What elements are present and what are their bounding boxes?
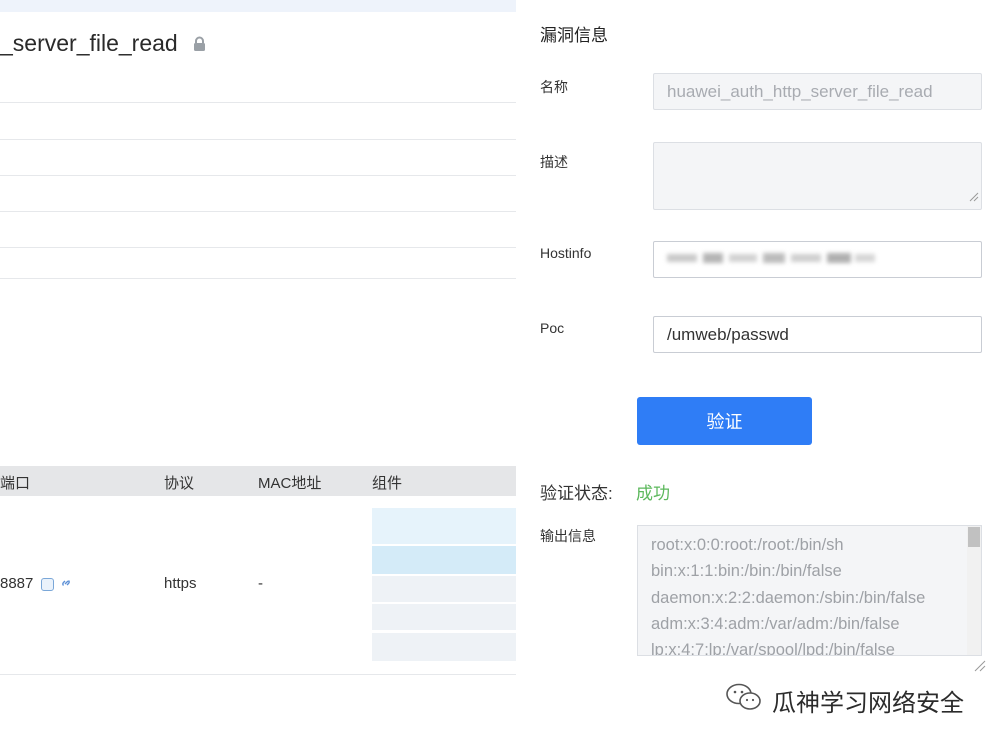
protocol-cell: https: [164, 575, 197, 592]
scrollbar-thumb[interactable]: [968, 527, 980, 547]
divider: [0, 247, 516, 248]
divider: [0, 278, 516, 279]
status-label: 验证状态:: [540, 484, 613, 503]
wechat-icon: [724, 682, 764, 719]
output-line: bin:x:1:1:bin:/bin:/bin/false: [651, 562, 842, 580]
status-value: 成功: [636, 484, 670, 503]
vulnerability-title: _server_file_read: [0, 30, 207, 58]
output-line: root:x:0:0:root:/root:/bin/sh: [651, 536, 844, 554]
hostinfo-label: Hostinfo: [540, 245, 592, 261]
scrollbar[interactable]: [967, 526, 981, 655]
divider: [0, 211, 516, 212]
watermark: 瓜神学习网络安全: [724, 682, 964, 719]
header-protocol: 协议: [164, 475, 195, 492]
output-line: adm:x:3:4:adm:/var/adm:/bin/false: [651, 615, 900, 633]
component-tag: [372, 576, 516, 602]
top-strip: [0, 0, 516, 12]
description-label: 描述: [540, 154, 568, 170]
watermark-text: 瓜神学习网络安全: [772, 690, 964, 717]
lock-icon: [192, 31, 207, 58]
poc-field[interactable]: /umweb/passwd: [653, 316, 982, 353]
divider: [0, 139, 516, 140]
component-tag: [372, 508, 516, 544]
description-field[interactable]: [653, 142, 982, 210]
mac-cell: -: [258, 575, 263, 592]
output-textarea[interactable]: root:x:0:0:root:/root:/bin/sh bin:x:1:1:…: [637, 525, 982, 656]
vulnerability-drawer: 漏洞信息 名称 huawei_auth_http_server_file_rea…: [516, 0, 1002, 741]
header-component: 组件: [372, 475, 403, 492]
port-detail-icon[interactable]: [41, 578, 54, 591]
divider: [0, 175, 516, 176]
drawer-title: 漏洞信息: [540, 26, 608, 45]
hostinfo-field[interactable]: [653, 241, 982, 278]
header-mac: MAC地址: [258, 475, 322, 492]
table-header: 端口 协议 MAC地址 组件: [0, 466, 516, 496]
verify-button[interactable]: 验证: [637, 397, 812, 445]
output-line: daemon:x:2:2:daemon:/sbin:/bin/false: [651, 589, 926, 607]
header-port: 端口: [0, 475, 31, 492]
redacted-hostinfo: [667, 250, 877, 270]
poc-label: Poc: [540, 320, 565, 336]
divider: [0, 102, 516, 103]
resize-handle-icon[interactable]: [972, 658, 986, 677]
output-line: lp:x:4:7:lp:/var/spool/lpd:/bin/false: [651, 641, 895, 656]
link-icon[interactable]: [60, 576, 72, 594]
output-label: 输出信息: [540, 528, 596, 544]
name-label: 名称: [540, 79, 568, 95]
name-field: huawei_auth_http_server_file_read: [653, 73, 982, 110]
component-tag: [372, 604, 516, 630]
divider: [0, 674, 516, 675]
table-row: 8887 https -: [0, 496, 516, 674]
port-cell: 8887: [0, 575, 34, 592]
resize-handle-icon[interactable]: [967, 187, 979, 207]
component-tag: [372, 633, 516, 661]
background-page: _server_file_read 端口 协议 MAC地址 组件 8887 ht…: [0, 0, 516, 741]
component-tag: [372, 546, 516, 574]
